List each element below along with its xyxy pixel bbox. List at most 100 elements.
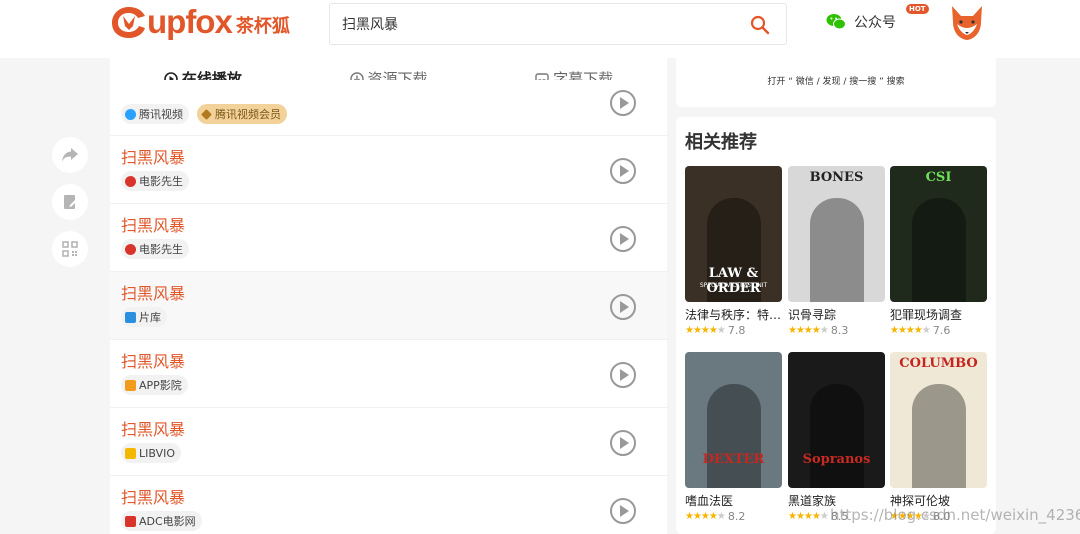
source-tag-label: APP影院: [139, 379, 182, 392]
source-tag-label: 电影先生: [139, 175, 183, 188]
poster-figure: [810, 198, 864, 302]
edit-note-icon: [64, 195, 78, 209]
result-row[interactable]: 腾讯视频 腾讯视频会员: [110, 80, 667, 136]
poster-image[interactable]: BONES: [788, 166, 885, 302]
result-row[interactable]: 扫黑风暴 片库: [110, 272, 667, 340]
result-title[interactable]: 扫黑风暴: [121, 348, 185, 372]
star-rating-icon: ★★★★★: [890, 325, 931, 336]
poster-title: Sopranos: [802, 452, 871, 467]
result-row[interactable]: 扫黑风暴 LIBVIO: [110, 408, 667, 476]
source-tag[interactable]: ADC电影网: [121, 511, 202, 531]
row-tags: 电影先生: [121, 239, 189, 259]
play-button[interactable]: [610, 294, 636, 320]
share-button[interactable]: [52, 137, 88, 173]
rating-value: 8.3: [830, 324, 849, 337]
poster-figure: [810, 384, 864, 488]
play-button[interactable]: [610, 362, 636, 388]
source-tag[interactable]: APP影院: [121, 375, 188, 395]
result-row[interactable]: 扫黑风暴 电影先生: [110, 136, 667, 204]
wechat-search-card: 打开 “ 微信 / 发现 / 搜一搜 ” 搜索: [676, 58, 996, 107]
top-header: upfox 茶杯狐 公众号 HOT: [0, 0, 1080, 58]
row-tags: APP影院: [121, 375, 188, 395]
source-tag[interactable]: 电影先生: [121, 171, 189, 191]
source-tag-label: LIBVIO: [139, 446, 176, 460]
star-rating-icon: ★★★★★: [788, 511, 829, 522]
poster-figure: [912, 384, 966, 488]
wechat-label: 公众号: [854, 15, 896, 31]
search-icon[interactable]: [750, 15, 770, 35]
poster-image[interactable]: LAW & ORDER SPECIAL VICTIMS UNIT: [685, 166, 782, 302]
poster-name[interactable]: 嗜血法医: [685, 492, 785, 509]
wechat-official-account[interactable]: 公众号: [826, 12, 896, 32]
poster-title: COLUMBO: [899, 356, 978, 371]
source-tag[interactable]: 电影先生: [121, 239, 189, 259]
wechat-search-hint: 打开 “ 微信 / 发现 / 搜一搜 ” 搜索: [767, 77, 905, 87]
poster-rating: ★★★★★ 8.2: [685, 510, 745, 523]
poster-rating: ★★★★★ 7.6: [890, 324, 950, 337]
poster-name[interactable]: 识骨寻踪: [788, 306, 888, 323]
source-tag-vip[interactable]: 腾讯视频会员: [197, 104, 287, 124]
row-tags: 电影先生: [121, 171, 189, 191]
source-tag-label: 片库: [139, 311, 161, 324]
feedback-button[interactable]: [52, 184, 88, 220]
source-tag[interactable]: 片库: [121, 307, 167, 327]
search-box: [329, 3, 787, 45]
poster-subtitle: SPECIAL VICTIMS UNIT: [699, 282, 768, 289]
tencent-video-icon: [125, 108, 136, 120]
poster-image[interactable]: COLUMBO: [890, 352, 987, 488]
play-button[interactable]: [610, 498, 636, 524]
play-button[interactable]: [610, 430, 636, 456]
poster-image[interactable]: CSI: [890, 166, 987, 302]
source-tag[interactable]: LIBVIO: [121, 443, 182, 463]
star-rating-icon: ★★★★★: [685, 511, 726, 522]
poster-name[interactable]: 法律与秩序：特…: [685, 306, 785, 323]
poster-image[interactable]: Sopranos: [788, 352, 885, 488]
result-row[interactable]: 扫黑风暴 ADC电影网: [110, 476, 667, 534]
result-title[interactable]: 扫黑风暴: [121, 416, 185, 440]
fox-avatar-icon[interactable]: [949, 4, 985, 42]
rating-value: 7.6: [932, 324, 951, 337]
poster-rating: ★★★★★ 7.8: [685, 324, 745, 337]
results-panel: 在线播放 资源下载 字幕下载 腾讯视频 腾讯视频会员 扫黑风暴 电影先生 扫黑风…: [110, 58, 667, 534]
dianying-xiansheng-icon: [125, 243, 136, 255]
poster-title: LAW & ORDER: [706, 266, 761, 296]
result-row[interactable]: 扫黑风暴 电影先生: [110, 204, 667, 272]
result-title[interactable]: 扫黑风暴: [121, 212, 185, 236]
source-tag-label: 电影先生: [139, 243, 183, 256]
search-input[interactable]: [342, 16, 722, 32]
site-logo[interactable]: upfox 茶杯狐: [109, 3, 290, 41]
libvio-icon: [125, 447, 136, 459]
poster-figure: [707, 384, 761, 488]
result-title[interactable]: 扫黑风暴: [121, 280, 185, 304]
fox-logo-icon: [112, 7, 145, 38]
watermark: https://blog.csdn.net/weixin_42365757: [830, 506, 1080, 524]
poster-image[interactable]: DEXTER: [685, 352, 782, 488]
rating-value: 8.2: [727, 510, 746, 523]
qrcode-button[interactable]: [52, 231, 88, 267]
result-row[interactable]: 扫黑风暴 APP影院: [110, 340, 667, 408]
result-title[interactable]: 扫黑风暴: [121, 484, 185, 508]
poster-title: DEXTER: [702, 452, 765, 467]
logo-text: upfox: [147, 3, 233, 40]
recommend-panel: 相关推荐 LAW & ORDER SPECIAL VICTIMS UNIT 法律与秩…: [676, 117, 996, 534]
result-title[interactable]: 扫黑风暴: [121, 144, 185, 168]
rating-value: 7.8: [727, 324, 746, 337]
share-icon: [62, 148, 78, 162]
play-button[interactable]: [610, 158, 636, 184]
play-button[interactable]: [610, 226, 636, 252]
diamond-icon: [201, 108, 212, 120]
play-button[interactable]: [610, 90, 636, 116]
poster-name[interactable]: 犯罪现场调查: [890, 306, 990, 323]
adc-movie-icon: [125, 515, 136, 527]
poster-figure: [912, 198, 966, 302]
star-rating-icon: ★★★★★: [788, 325, 829, 336]
dianying-xiansheng-icon: [125, 175, 136, 187]
logo-cn-text: 茶杯狐: [235, 16, 290, 37]
source-tag-label: 腾讯视频: [139, 108, 183, 121]
source-tag[interactable]: 腾讯视频: [121, 104, 189, 124]
app-cinema-icon: [125, 379, 136, 391]
row-tags: LIBVIO: [121, 443, 182, 463]
source-tag-label: ADC电影网: [139, 515, 196, 528]
poster-title: CSI: [925, 170, 952, 185]
row-tags: 腾讯视频 腾讯视频会员: [121, 104, 287, 124]
